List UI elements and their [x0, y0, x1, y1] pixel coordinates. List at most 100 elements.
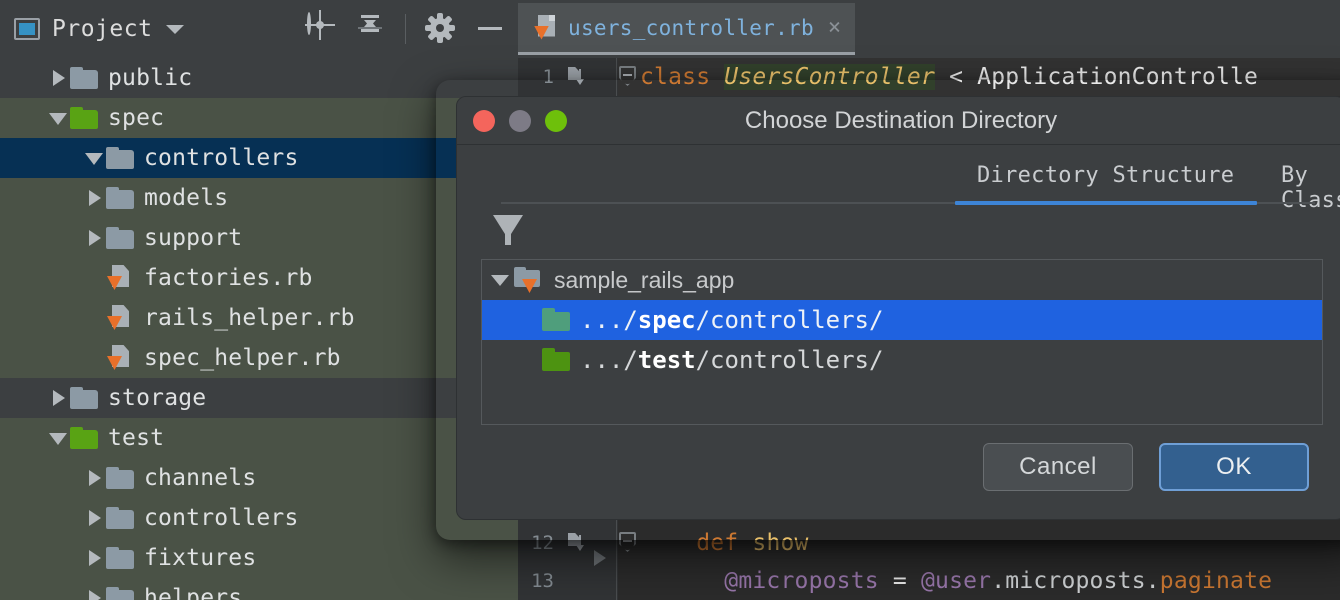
window-controls [473, 110, 567, 132]
twisty-closed-icon[interactable] [84, 187, 106, 209]
minimize-icon[interactable] [476, 14, 506, 44]
directory-path: .../spec/controllers/ [570, 306, 883, 334]
sidebar-item-rails-helper-rb[interactable]: rails_helper.rb [0, 298, 518, 338]
minimize-button[interactable] [509, 110, 531, 132]
sidebar-item-label: controllers [144, 505, 299, 531]
sidebar-item-support[interactable]: support [0, 218, 518, 258]
ok-button[interactable]: OK [1159, 443, 1309, 491]
folder-icon [70, 387, 98, 409]
token: .microposts. [991, 568, 1160, 594]
fold-marker[interactable] [616, 524, 640, 562]
locate-icon[interactable] [305, 12, 335, 44]
destination-directory-list[interactable]: sample_rails_app .../spec/controllers/ .… [481, 259, 1323, 425]
collapse-block-icon[interactable] [619, 532, 636, 552]
line-number: 12 [531, 532, 554, 554]
folder-source-root-icon [70, 427, 98, 449]
sidebar-item-helpers[interactable]: helpers [0, 578, 518, 600]
close-button[interactable] [473, 110, 495, 132]
list-item[interactable]: .../spec/controllers/ [482, 300, 1322, 340]
directory-path: .../test/controllers/ [570, 346, 883, 374]
fold-marker[interactable] [616, 58, 640, 96]
project-title-group[interactable]: Project [0, 16, 185, 42]
twisty-open-icon[interactable] [48, 107, 70, 129]
folder-icon [106, 507, 134, 529]
token: UsersController [724, 64, 936, 90]
sidebar-item-controllers[interactable]: controllers [0, 498, 518, 538]
twisty-open-icon[interactable] [84, 147, 106, 169]
screen-root: 1 class UsersController < ApplicationCon… [0, 0, 1340, 600]
sidebar-toolbar [305, 0, 506, 58]
line-number: 1 [542, 66, 554, 88]
sidebar-item-label: factories.rb [144, 265, 313, 291]
filter-funnel-icon[interactable] [493, 215, 523, 247]
active-tab-indicator [955, 201, 1257, 205]
token: < ApplicationControlle [935, 64, 1259, 90]
editor-tab-users-controller[interactable]: users_controller.rb × [518, 3, 856, 55]
token: class [640, 64, 725, 90]
expand-twisty-icon[interactable] [488, 269, 514, 291]
choose-destination-directory-dialog: Choose Destination Directory Directory S… [456, 96, 1340, 520]
twisty-closed-icon[interactable] [84, 227, 106, 249]
fold-marker [616, 562, 640, 600]
tab-directory-structure[interactable]: Directory Structure [977, 163, 1234, 188]
twisty-closed-icon[interactable] [84, 507, 106, 529]
collapse-all-icon[interactable] [355, 14, 385, 44]
sidebar-item-channels[interactable]: channels [0, 458, 518, 498]
twisty-closed-icon[interactable] [84, 587, 106, 600]
toolbar-divider [405, 14, 406, 44]
sidebar-item-test[interactable]: test [0, 418, 518, 458]
sidebar-item-label: public [108, 65, 193, 91]
project-window-icon [14, 18, 40, 40]
close-icon[interactable]: × [826, 16, 841, 39]
gear-icon[interactable] [425, 13, 456, 44]
code-line: 13 @microposts = @user.microposts.pagina… [518, 562, 1340, 600]
path-highlight: test [637, 346, 696, 374]
code-text: def show [640, 530, 809, 556]
sidebar-item-models[interactable]: models [0, 178, 518, 218]
sidebar-item-label: test [108, 425, 165, 451]
ruby-file-icon [106, 265, 134, 291]
line-number: 13 [531, 570, 554, 592]
folder-icon [542, 348, 570, 372]
tree-root-row[interactable]: sample_rails_app [482, 260, 1322, 300]
navigate-down-icon[interactable] [568, 67, 584, 85]
twisty-open-icon[interactable] [48, 427, 70, 449]
folder-icon [106, 147, 134, 169]
gutter-icon-group[interactable] [560, 58, 616, 96]
project-tool-window-header: Project [0, 0, 518, 58]
twisty-closed-icon[interactable] [84, 467, 106, 489]
sidebar-item-controllers[interactable]: controllers [0, 138, 518, 178]
dialog-button-bar: Cancel OK [983, 443, 1309, 491]
sidebar-item-storage[interactable]: storage [0, 378, 518, 418]
path-highlight: spec [637, 306, 696, 334]
tab-by-class[interactable]: By Class [1281, 163, 1340, 213]
ruby-file-icon [106, 345, 134, 371]
sidebar-item-label: support [144, 225, 243, 251]
dialog-title: Choose Destination Directory [744, 106, 1058, 134]
gutter-icon-group[interactable] [560, 524, 616, 566]
folder-icon [106, 547, 134, 569]
sidebar-item-public[interactable]: public [0, 58, 518, 98]
collapse-block-icon[interactable] [619, 66, 636, 86]
twisty-closed-icon[interactable] [48, 387, 70, 409]
list-item[interactable]: .../test/controllers/ [482, 340, 1322, 380]
editor-tab-label: users_controller.rb [568, 15, 814, 40]
sidebar-item-spec[interactable]: spec [0, 98, 518, 138]
project-file-tree[interactable]: public spec controllers models support factor… [0, 58, 518, 600]
chevron-down-icon[interactable] [166, 24, 185, 34]
twisty-closed-icon[interactable] [48, 67, 70, 89]
sidebar-item-fixtures[interactable]: fixtures [0, 538, 518, 578]
zoom-button[interactable] [545, 110, 567, 132]
folder-icon [106, 587, 134, 600]
cancel-button[interactable]: Cancel [983, 443, 1133, 491]
dialog-tab-strip: Directory Structure By Class By File [457, 145, 1340, 213]
twisty-closed-icon[interactable] [84, 547, 106, 569]
sidebar-item-label: models [144, 185, 229, 211]
sidebar-item-spec-helper-rb[interactable]: spec_helper.rb [0, 338, 518, 378]
project-sidebar: Project public spec controllers models suppo… [0, 0, 518, 600]
sidebar-item-factories-rb[interactable]: factories.rb [0, 258, 518, 298]
navigate-down-icon[interactable] [568, 533, 584, 551]
